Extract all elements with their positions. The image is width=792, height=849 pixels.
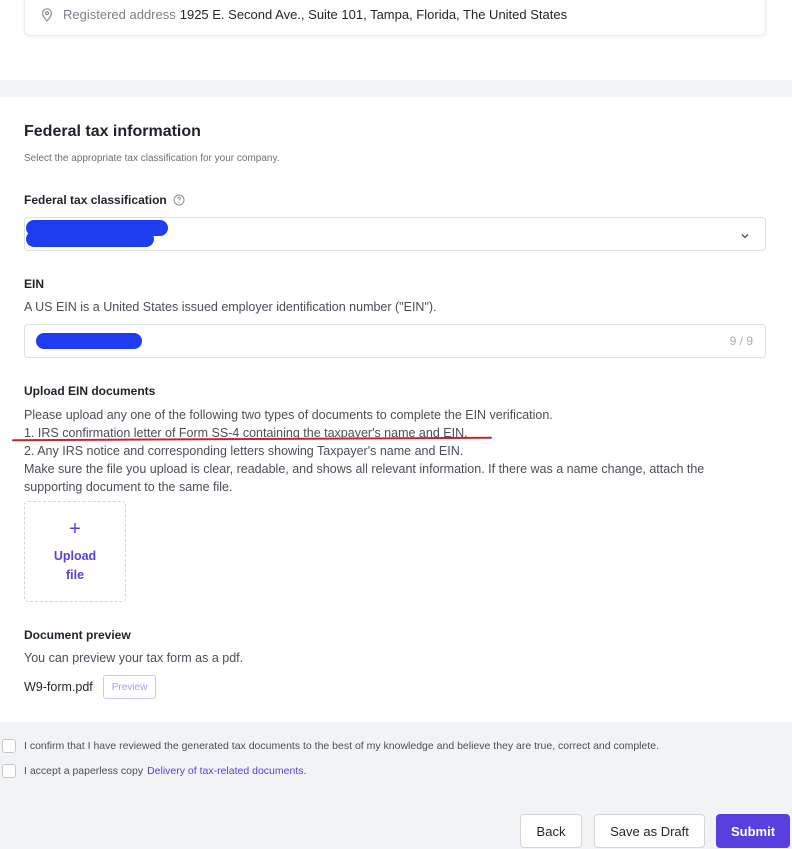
redaction-mark [26, 231, 154, 247]
paperless-delivery-link[interactable]: Delivery of tax-related documents. [147, 765, 306, 777]
document-preview-helper: You can preview your tax form as a pdf. [24, 651, 244, 665]
registered-address-row: Registered address 1925 E. Second Ave., … [24, 0, 766, 36]
file-name: W9-form.pdf [24, 680, 93, 694]
classification-label: Federal tax classification [24, 193, 185, 207]
save-draft-button[interactable]: Save as Draft [594, 814, 705, 848]
instruction-line: 2. Any IRS notice and corresponding lett… [24, 444, 464, 458]
address-card: Registered address 1925 E. Second Ave., … [0, 0, 792, 80]
paperless-text: I accept a paperless copy [24, 765, 144, 777]
confirm-review-checkbox[interactable] [2, 739, 16, 753]
address-label: Registered address [63, 7, 176, 22]
federal-tax-card: Federal tax information Select the appro… [0, 97, 792, 722]
upload-ein-title: Upload EIN documents [24, 384, 156, 398]
paperless-checkbox[interactable] [2, 764, 16, 778]
file-row: W9-form.pdf Preview [24, 675, 157, 699]
document-preview-title: Document preview [24, 628, 131, 642]
chevron-down-icon [739, 229, 751, 241]
paperless-row: I accept a paperless copy Delivery of ta… [2, 764, 306, 778]
instruction-line: Make sure the file you upload is clear, … [24, 462, 705, 494]
address-value: 1925 E. Second Ave., Suite 101, Tampa, F… [179, 7, 568, 22]
section-title: Federal tax information [24, 123, 201, 140]
plus-icon: + [69, 517, 81, 540]
instruction-line: Please upload any one of the following t… [24, 408, 553, 422]
classification-label-text: Federal tax classification [24, 193, 167, 207]
upload-instructions: Please upload any one of the following t… [24, 406, 764, 496]
submit-button[interactable]: Submit [716, 814, 790, 848]
confirm-review-row: I confirm that I have reviewed the gener… [2, 739, 659, 753]
redaction-mark [36, 333, 142, 349]
upload-file-button[interactable]: + Upload file [24, 501, 126, 602]
preview-button[interactable]: Preview [102, 675, 157, 699]
confirm-review-text: I confirm that I have reviewed the gener… [24, 740, 660, 752]
upload-file-label: Upload file [53, 548, 97, 582]
ein-character-counter: 9 / 9 [729, 334, 753, 348]
ein-label: EIN [24, 277, 45, 291]
location-pin-icon [39, 7, 55, 23]
back-button[interactable]: Back [520, 814, 582, 848]
ein-helper-text: A US EIN is a United States issued emplo… [24, 300, 437, 314]
help-circle-icon[interactable] [173, 194, 185, 206]
section-subtitle: Select the appropriate tax classificatio… [24, 153, 280, 164]
